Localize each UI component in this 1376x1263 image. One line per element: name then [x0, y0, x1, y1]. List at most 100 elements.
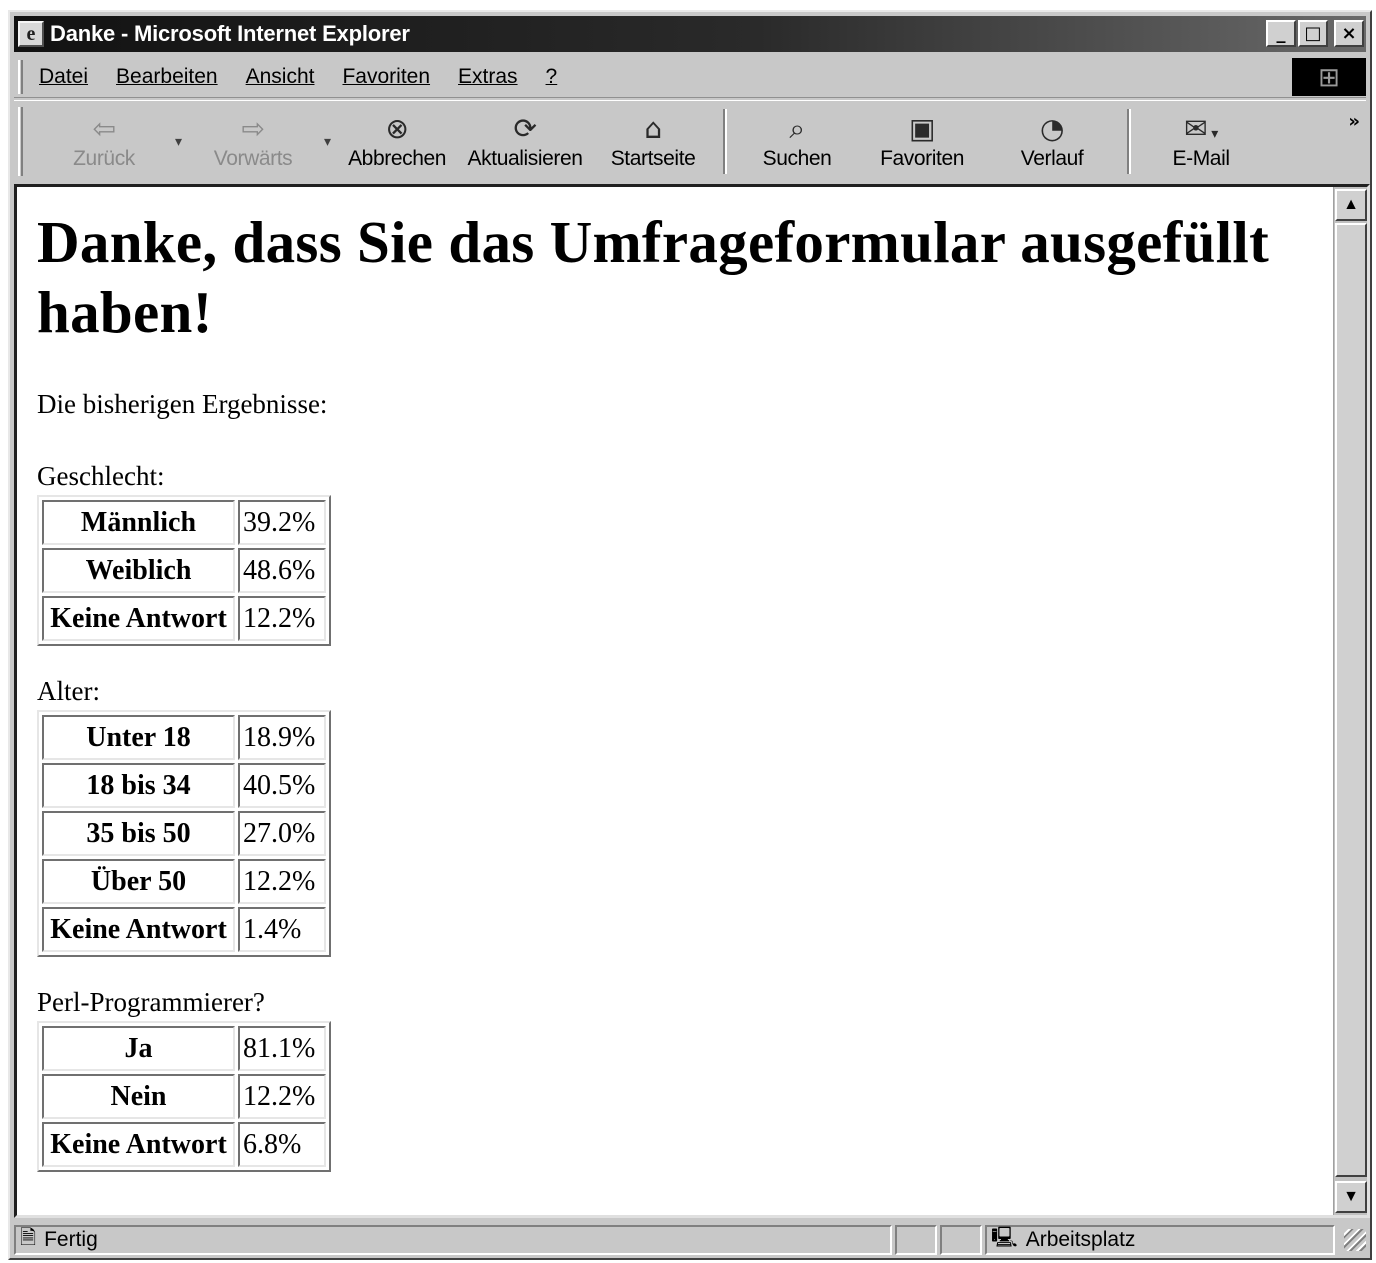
menu-help[interactable]: ? [546, 65, 558, 89]
computer-icon: 🖳 [991, 1225, 1018, 1249]
forward-button[interactable]: ⇨ Vorwärts [188, 101, 318, 182]
ie-logo-icon[interactable]: e [18, 21, 44, 47]
window-controls: _ □ × [1266, 20, 1364, 47]
home-icon: ⌂ [644, 111, 662, 145]
table-row: Über 50 12.2% [42, 859, 326, 904]
refresh-icon: ⟳ [513, 111, 537, 145]
forward-label: Vorwärts [213, 146, 293, 170]
favorites-label: Favoriten [880, 146, 965, 170]
menu-ansicht[interactable]: Ansicht [246, 65, 315, 89]
mail-glyph: ✉ [1184, 111, 1208, 145]
forward-dropdown-icon[interactable]: ▾ [324, 133, 331, 150]
web-page: Danke, dass Sie das Umfrageformular ausg… [17, 187, 1339, 1215]
status-text: Fertig [44, 1228, 98, 1251]
maximize-button[interactable]: □ [1298, 20, 1328, 47]
section-label-gender: Geschlecht: [37, 461, 165, 491]
favorites-icon: ▣ [909, 111, 936, 145]
row-value: 12.2% [238, 1074, 326, 1119]
menu-datei[interactable]: Datei [39, 65, 88, 89]
back-button[interactable]: ⇦ Zurück [39, 101, 169, 182]
row-value: 12.2% [238, 859, 326, 904]
arrow-down-icon: ▼ [1343, 1188, 1359, 1205]
arrow-up-icon: ▲ [1343, 196, 1359, 213]
table-row: Ja 81.1% [42, 1026, 326, 1071]
status-progress-cell [895, 1225, 937, 1255]
table-row: 18 bis 34 40.5% [42, 763, 326, 808]
mail-button[interactable]: ✉ ▾ E-Mail [1141, 101, 1261, 182]
scroll-up-button[interactable]: ▲ [1335, 189, 1367, 221]
row-label: Weiblich [42, 548, 235, 593]
scroll-down-button[interactable]: ▼ [1335, 1181, 1367, 1213]
page-icon: 🗎 [20, 1225, 37, 1249]
status-bar: 🗎 Fertig 🖳 Arbeitsplatz [14, 1222, 1366, 1258]
table-row: Weiblich 48.6% [42, 548, 326, 593]
home-label: Startseite [610, 146, 696, 170]
status-zone: 🖳 Arbeitsplatz [985, 1225, 1335, 1255]
history-label: Verlauf [1020, 146, 1084, 170]
back-dropdown-icon[interactable]: ▾ [175, 133, 182, 150]
table-row: 35 bis 50 27.0% [42, 811, 326, 856]
status-security-cell [940, 1225, 982, 1255]
row-value: 81.1% [238, 1026, 326, 1071]
menu-grip[interactable] [18, 59, 23, 94]
results-table-perl: Ja 81.1% Nein 12.2% Keine Antwort 6.8% [37, 1021, 331, 1172]
row-value: 27.0% [238, 811, 326, 856]
refresh-button[interactable]: ⟳ Aktualisieren [457, 101, 593, 182]
row-value: 39.2% [238, 500, 326, 545]
menu-bar: Datei Bearbeiten Ansicht Favoriten Extra… [14, 56, 1366, 98]
content-area: Danke, dass Sie das Umfrageformular ausg… [14, 184, 1370, 1218]
home-button[interactable]: ⌂ Startseite [593, 101, 713, 182]
scroll-thumb[interactable] [1335, 223, 1367, 1177]
row-label: Unter 18 [42, 715, 235, 760]
search-label: Suchen [762, 146, 832, 170]
row-label: 35 bis 50 [42, 811, 235, 856]
window-title: Danke - Microsoft Internet Explorer [50, 21, 410, 46]
arrow-right-icon: ⇨ [241, 111, 265, 145]
refresh-label: Aktualisieren [467, 146, 583, 170]
section-label-perl: Perl-Programmierer? [37, 987, 265, 1017]
favorites-button[interactable]: ▣ Favoriten [857, 101, 987, 182]
history-icon: ◔ [1040, 111, 1065, 145]
mail-icon: ✉ ▾ [1184, 111, 1218, 145]
windows-logo-icon: ⊞ [1292, 58, 1366, 96]
table-row: Keine Antwort 6.8% [42, 1122, 326, 1167]
status-message: 🗎 Fertig [14, 1225, 892, 1255]
table-row: Männlich 39.2% [42, 500, 326, 545]
standard-toolbar: ⇦ Zurück ▾ ⇨ Vorwärts ▾ ⊗ Abbrechen ⟳ Ak… [14, 100, 1366, 182]
results-table-age: Unter 18 18.9% 18 bis 34 40.5% 35 bis 50… [37, 710, 331, 957]
menu-extras[interactable]: Extras [458, 65, 518, 89]
results-table-gender: Männlich 39.2% Weiblich 48.6% Keine Antw… [37, 495, 331, 646]
search-button[interactable]: ⌕ Suchen [737, 101, 857, 182]
row-value: 12.2% [238, 596, 326, 641]
close-button[interactable]: × [1334, 20, 1364, 47]
row-value: 6.8% [238, 1122, 326, 1167]
arrow-left-icon: ⇦ [92, 111, 116, 145]
history-button[interactable]: ◔ Verlauf [987, 101, 1117, 182]
table-row: Nein 12.2% [42, 1074, 326, 1119]
row-value: 48.6% [238, 548, 326, 593]
search-icon: ⌕ [789, 111, 805, 145]
toolbar-separator [1127, 109, 1132, 174]
title-bar[interactable]: e Danke - Microsoft Internet Explorer _ … [14, 16, 1366, 52]
row-label: Ja [42, 1026, 235, 1071]
table-row: Keine Antwort 1.4% [42, 907, 326, 952]
row-label: Keine Antwort [42, 596, 235, 641]
table-row: Unter 18 18.9% [42, 715, 326, 760]
resize-grip-icon[interactable] [1344, 1229, 1366, 1251]
row-label: Männlich [42, 500, 235, 545]
stop-button[interactable]: ⊗ Abbrechen [337, 101, 457, 182]
toolbar-separator [723, 109, 728, 174]
menu-bearbeiten[interactable]: Bearbeiten [116, 65, 218, 89]
row-label: Nein [42, 1074, 235, 1119]
toolbar-grip[interactable] [18, 107, 23, 176]
minimize-button[interactable]: _ [1266, 20, 1296, 47]
page-heading: Danke, dass Sie das Umfrageformular ausg… [37, 209, 1270, 345]
zone-text: Arbeitsplatz [1025, 1228, 1136, 1251]
row-value: 18.9% [238, 715, 326, 760]
vertical-scrollbar[interactable]: ▲ ▼ [1333, 187, 1367, 1215]
row-label: Keine Antwort [42, 907, 235, 952]
stop-label: Abbrechen [348, 146, 447, 170]
row-label: Über 50 [42, 859, 235, 904]
toolbar-more-icon[interactable]: » [1348, 111, 1360, 132]
menu-favoriten[interactable]: Favoriten [342, 65, 430, 89]
